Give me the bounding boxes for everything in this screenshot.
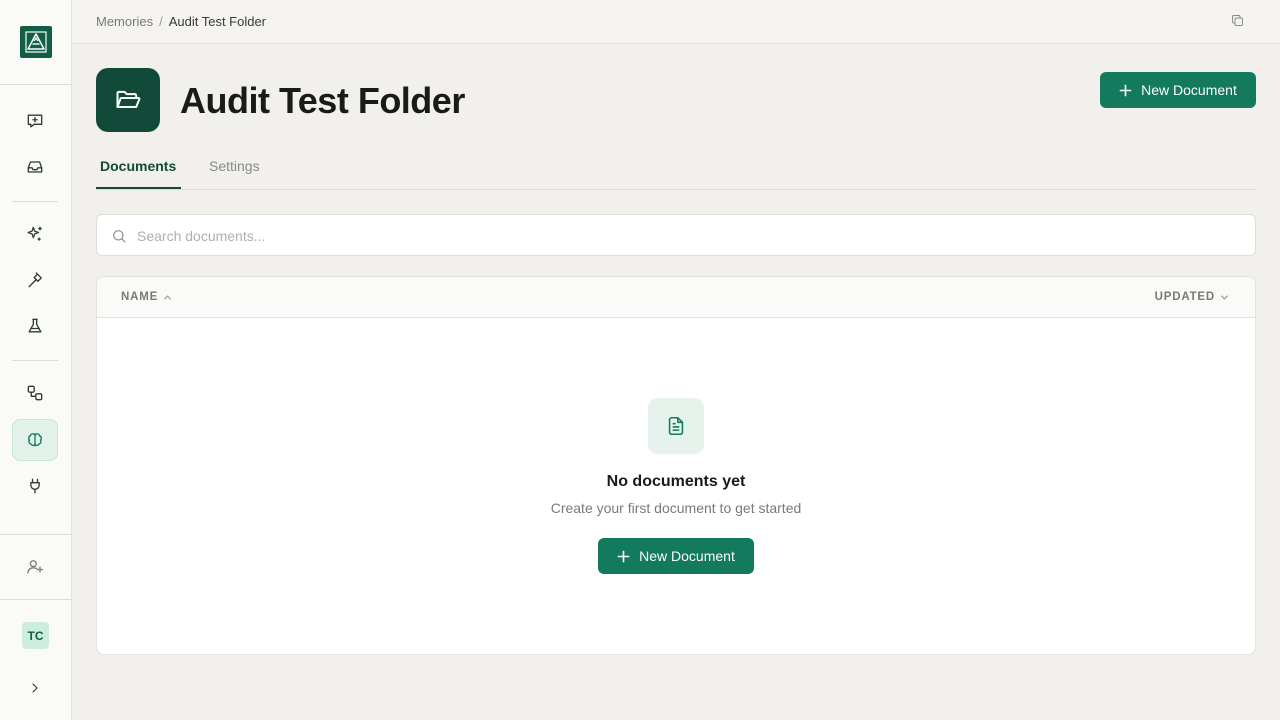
search-input[interactable] (137, 225, 1237, 247)
empty-state-title: No documents yet (606, 473, 746, 490)
mountain-logo-icon[interactable] (20, 26, 52, 58)
tab-documents[interactable]: Documents (100, 158, 176, 174)
breadcrumb-current: Audit Test Folder (168, 14, 267, 29)
copy-icon (1232, 15, 1243, 26)
folder-tile (96, 68, 160, 132)
tabs: Documents Settings (96, 144, 1256, 190)
sidebar-item-agents[interactable] (12, 213, 58, 255)
table-header: NAME UPDATED (97, 277, 1255, 318)
sidebar-item-memories[interactable] (12, 419, 58, 461)
brain-icon (28, 433, 42, 447)
column-header-name[interactable]: NAME (121, 291, 172, 303)
tab-settings[interactable]: Settings (209, 158, 260, 174)
sidebar-divider (12, 201, 58, 202)
empty-state-new-document-label: New Document (639, 548, 735, 564)
topbar: Memories / Audit Test Folder (72, 0, 1280, 44)
active-tab-indicator (96, 187, 181, 189)
user-avatar[interactable]: TC (22, 622, 49, 649)
sidebar-item-new-chat[interactable] (12, 100, 58, 142)
search-box (96, 214, 1256, 256)
column-header-name-label: NAME (121, 291, 159, 303)
breadcrumb-memories-link[interactable]: Memories (96, 14, 153, 29)
plug-icon (30, 478, 40, 494)
sidebar: TC (0, 0, 72, 720)
sidebar-item-invite-user[interactable] (12, 546, 58, 588)
flask-icon (28, 318, 42, 333)
documents-table: NAME UPDATED No documents yet Create you… (96, 276, 1256, 655)
sidebar-divider (0, 534, 71, 535)
sidebar-divider (0, 84, 71, 85)
new-document-button[interactable]: New Document (1100, 72, 1256, 108)
user-plus-icon (27, 560, 44, 574)
page-title: Audit Test Folder (180, 80, 465, 121)
column-header-updated[interactable]: UPDATED (1155, 291, 1229, 303)
copy-button[interactable] (1230, 13, 1248, 31)
column-header-updated-label: UPDATED (1154, 291, 1215, 303)
sidebar-item-inbox[interactable] (12, 146, 58, 188)
sparkles-icon (27, 226, 42, 241)
sidebar-item-evals[interactable] (12, 305, 58, 347)
inbox-icon (27, 161, 43, 173)
message-plus-icon (27, 114, 43, 128)
empty-state-new-document-button[interactable]: New Document (598, 538, 754, 574)
sidebar-item-workflows[interactable] (12, 372, 58, 414)
plus-icon (617, 550, 630, 562)
sidebar-expand-button[interactable] (12, 667, 58, 709)
empty-state-subtitle: Create your first document to get starte… (550, 500, 802, 516)
hammer-icon (28, 272, 42, 288)
sidebar-divider (12, 360, 58, 361)
sidebar-item-integrations[interactable] (12, 465, 58, 507)
plus-icon (1119, 84, 1132, 96)
sidebar-divider (0, 599, 71, 600)
sort-ascending-icon (164, 294, 171, 300)
folder-open-icon (116, 90, 141, 108)
sort-descending-icon (1221, 294, 1228, 300)
breadcrumb-separator: / (159, 14, 163, 29)
search-icon (111, 228, 127, 244)
chevron-right-icon (32, 683, 38, 693)
file-text-icon (668, 416, 684, 436)
shapes-icon (27, 385, 43, 401)
breadcrumb: Memories / Audit Test Folder (96, 14, 266, 29)
empty-state-icon-tile (648, 398, 704, 454)
sidebar-item-tools[interactable] (12, 259, 58, 301)
new-document-button-label: New Document (1141, 82, 1237, 98)
